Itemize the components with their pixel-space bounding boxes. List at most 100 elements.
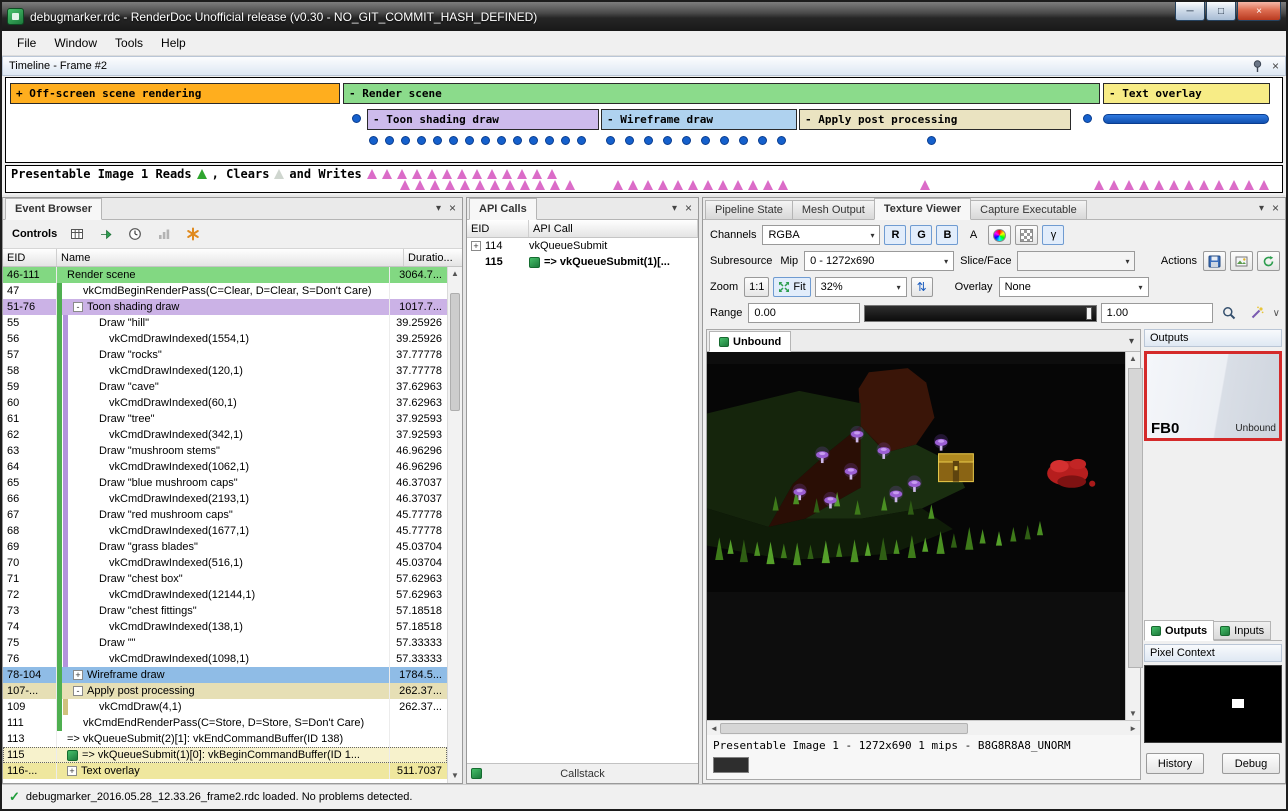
range-autofit-button[interactable]: [1245, 303, 1269, 323]
slice-face-combo[interactable]: ▾: [1017, 251, 1135, 271]
tab-capture-executable[interactable]: Capture Executable: [970, 200, 1087, 219]
tab-inputs[interactable]: Inputs: [1213, 621, 1271, 640]
event-row[interactable]: 55Draw "hill"39.25926: [3, 315, 447, 331]
viewport-horizontal-scrollbar[interactable]: ◄ ►: [707, 720, 1140, 735]
timeline-event-dot[interactable]: [739, 136, 748, 145]
close-button[interactable]: ×: [1237, 2, 1281, 21]
timeline-event-dot[interactable]: [465, 136, 474, 145]
viewport-vertical-scrollbar[interactable]: ▲ ▼: [1125, 352, 1140, 720]
scrollbar-thumb[interactable]: [720, 723, 968, 734]
timeline-canvas[interactable]: + Off-screen scene rendering- Render sce…: [5, 77, 1283, 163]
mip-combo[interactable]: 0 - 1272x690 ▾: [804, 251, 954, 271]
maximize-button[interactable]: □: [1206, 2, 1236, 21]
flip-y-button[interactable]: ⇅: [911, 277, 933, 297]
menu-help[interactable]: Help: [152, 32, 195, 54]
event-row[interactable]: 74vkCmdDrawIndexed(138,1)57.18518: [3, 619, 447, 635]
timeline-event-dot[interactable]: [401, 136, 410, 145]
timeline-event-dot[interactable]: [497, 136, 506, 145]
tab-texture-viewer[interactable]: Texture Viewer: [874, 198, 971, 220]
timeline-event-dot[interactable]: [701, 136, 710, 145]
timeline-event-dot[interactable]: [352, 114, 361, 123]
column-eid[interactable]: EID: [3, 249, 57, 266]
event-row[interactable]: 60vkCmdDrawIndexed(60,1)37.62963: [3, 395, 447, 411]
range-slider[interactable]: [864, 305, 1096, 322]
api-call-row[interactable]: 115=> vkQueueSubmit(1)[...: [467, 254, 698, 270]
event-row[interactable]: 70vkCmdDrawIndexed(516,1)45.03704: [3, 555, 447, 571]
timeline-event-dot[interactable]: [777, 136, 786, 145]
timeline-section[interactable]: - Render scene: [343, 83, 1100, 104]
open-texture-list-button[interactable]: [1230, 251, 1253, 271]
event-row[interactable]: 66vkCmdDrawIndexed(2193,1)46.37037: [3, 491, 447, 507]
refresh-button[interactable]: [1257, 251, 1280, 271]
blue-channel-button[interactable]: B: [936, 225, 958, 245]
texture-tab-unbound[interactable]: Unbound: [709, 331, 791, 352]
timeline-subsection[interactable]: - Toon shading draw: [367, 109, 599, 130]
timeline-event-dot[interactable]: [385, 136, 394, 145]
tab-pipeline-state[interactable]: Pipeline State: [705, 200, 793, 219]
event-row[interactable]: 63Draw "mushroom stems"46.96296: [3, 443, 447, 459]
event-row[interactable]: 61Draw "tree"37.92593: [3, 411, 447, 427]
event-row[interactable]: 73Draw "chest fittings"57.18518: [3, 603, 447, 619]
texture-image-area[interactable]: [707, 352, 1125, 720]
alpha-channel-button[interactable]: A: [962, 225, 984, 245]
event-row[interactable]: 109vkCmdDraw(4,1)262.37...: [3, 699, 447, 715]
event-row[interactable]: 113=> vkQueueSubmit(2)[1]: vkEndCommandB…: [3, 731, 447, 747]
event-row[interactable]: 47vkCmdBeginRenderPass(C=Clear, D=Clear,…: [3, 283, 447, 299]
timeline-event-dot[interactable]: [417, 136, 426, 145]
fb0-thumbnail[interactable]: FB0 Unbound: [1144, 351, 1282, 441]
scrollbar-thumb[interactable]: [450, 293, 460, 411]
timeline-event-dot[interactable]: [927, 136, 936, 145]
event-row[interactable]: 111vkCmdEndRenderPass(C=Store, D=Store, …: [3, 715, 447, 731]
panel-menu-icon[interactable]: ▾: [436, 203, 441, 214]
panel-close-icon[interactable]: ×: [1272, 201, 1279, 215]
pin-icon[interactable]: [1252, 60, 1263, 72]
goto-current-button[interactable]: [95, 224, 117, 245]
timeline-subsection[interactable]: - Wireframe draw: [601, 109, 797, 130]
column-name[interactable]: Name: [57, 249, 404, 266]
collapse-icon[interactable]: -: [73, 686, 83, 696]
event-row[interactable]: 76vkCmdDrawIndexed(1098,1)57.33333: [3, 651, 447, 667]
timeline-event-dot[interactable]: [369, 136, 378, 145]
api-call-row[interactable]: +114vkQueueSubmit: [467, 238, 698, 254]
debug-button[interactable]: Debug: [1222, 753, 1280, 774]
callstack-section[interactable]: Callstack: [467, 763, 698, 783]
event-row[interactable]: 72vkCmdDrawIndexed(12144,1)57.62963: [3, 587, 447, 603]
event-browser-scrollbar[interactable]: ▲ ▼: [447, 267, 462, 783]
show-times-button[interactable]: [124, 224, 146, 245]
event-row[interactable]: 115=> vkQueueSubmit(1)[0]: vkBeginComman…: [3, 747, 447, 763]
timeline-event-dot[interactable]: [720, 136, 729, 145]
menu-window[interactable]: Window: [45, 32, 106, 54]
event-row[interactable]: 67Draw "red mushroom caps"45.77778: [3, 507, 447, 523]
texture-tab-menu-icon[interactable]: ▾: [1129, 336, 1134, 347]
range-max-input[interactable]: 1.00: [1101, 303, 1213, 323]
event-row[interactable]: 69Draw "grass blades"45.03704: [3, 539, 447, 555]
checkerboard-button[interactable]: [1015, 225, 1038, 245]
panel-menu-icon[interactable]: ▾: [672, 203, 677, 214]
timeline-event-dot[interactable]: [545, 136, 554, 145]
range-slider-handle[interactable]: [1086, 307, 1092, 320]
timeline-event-dot[interactable]: [513, 136, 522, 145]
channels-combo[interactable]: RGBA ▾: [762, 225, 880, 245]
timeline-event-dot[interactable]: [433, 136, 442, 145]
gamma-button[interactable]: γ: [1042, 225, 1064, 245]
event-row[interactable]: 116-...+Text overlay511.7037: [3, 763, 447, 779]
timeline-event-bar[interactable]: [1103, 114, 1269, 124]
event-row[interactable]: 59Draw "cave"37.62963: [3, 379, 447, 395]
menu-tools[interactable]: Tools: [106, 32, 152, 54]
column-duration[interactable]: Duratio...: [404, 249, 462, 266]
filter-options-button[interactable]: [182, 224, 204, 245]
minimize-button[interactable]: ─: [1175, 2, 1205, 21]
event-row[interactable]: 64vkCmdDrawIndexed(1062,1)46.96296: [3, 459, 447, 475]
scroll-left-icon[interactable]: ◄: [710, 724, 718, 733]
save-texture-button[interactable]: [1203, 251, 1226, 271]
expand-icon[interactable]: +: [67, 766, 77, 776]
event-row[interactable]: 62vkCmdDrawIndexed(342,1)37.92593: [3, 427, 447, 443]
tab-api-calls[interactable]: API Calls: [469, 198, 537, 220]
timeline-event-dot[interactable]: [1083, 114, 1092, 123]
zoom-combo[interactable]: 32% ▾: [815, 277, 907, 297]
event-row[interactable]: 46-111Render scene3064.7...: [3, 267, 447, 283]
texture-viewport[interactable]: ▲ ▼: [707, 352, 1140, 720]
panel-close-icon[interactable]: ×: [685, 201, 692, 215]
zoom-1to1-button[interactable]: 1:1: [744, 277, 769, 297]
scroll-down-icon[interactable]: ▼: [1126, 709, 1140, 718]
